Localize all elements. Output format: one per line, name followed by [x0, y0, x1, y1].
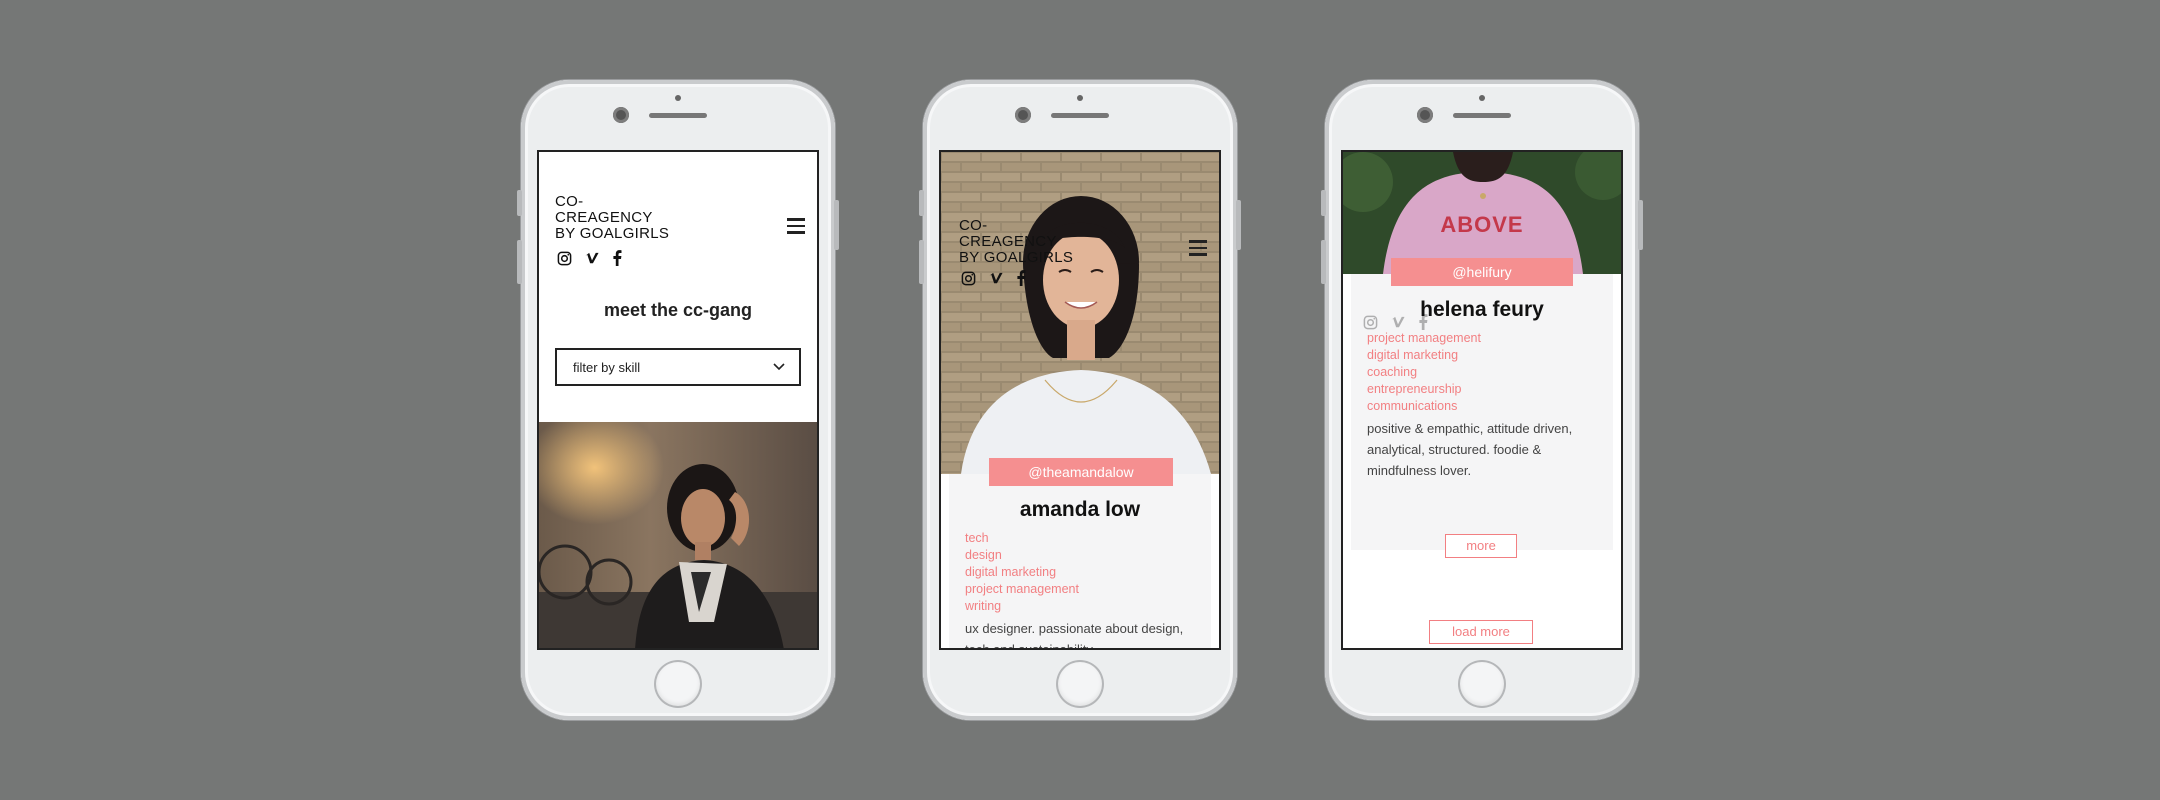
- front-camera: [613, 107, 629, 123]
- vimeo-icon[interactable]: [584, 251, 600, 266]
- skill-tag[interactable]: coaching: [1367, 364, 1481, 381]
- hamburger-menu-icon[interactable]: [1189, 240, 1207, 260]
- skill-list: tech design digital marketing project ma…: [965, 530, 1079, 615]
- more-button[interactable]: more: [1445, 534, 1517, 558]
- phone-mockup-1: CO- CREAGENCY BY GOALGIRLS meet the cc-g…: [517, 80, 839, 720]
- screen-3: ABOVE CO- CREAGENCY BY GOALGIRLS @helifu…: [1341, 150, 1623, 650]
- home-button: [656, 662, 700, 706]
- chevron-down-icon: [773, 363, 785, 371]
- mute-switch: [919, 190, 924, 216]
- front-camera: [1015, 107, 1031, 123]
- shirt-print-text: ABOVE: [1440, 212, 1524, 237]
- mute-switch: [517, 190, 522, 216]
- phone-mockup-3: ABOVE CO- CREAGENCY BY GOALGIRLS @helifu…: [1321, 80, 1643, 720]
- brand-line-3: BY GOALGIRLS: [555, 225, 670, 242]
- home-button: [1460, 662, 1504, 706]
- social-links: [961, 270, 1026, 286]
- brand-line-2: CREAGENCY: [555, 209, 653, 226]
- member-photo-1[interactable]: [539, 422, 817, 648]
- instagram-icon[interactable]: [961, 271, 976, 286]
- volume-up-button: [1321, 240, 1326, 284]
- earpiece-speaker: [1051, 113, 1109, 118]
- skill-tag[interactable]: entrepreneurship: [1367, 381, 1481, 398]
- volume-up-button: [517, 240, 522, 284]
- brand-line-1: CO-: [959, 217, 988, 234]
- screen-1: CO- CREAGENCY BY GOALGIRLS meet the cc-g…: [537, 150, 819, 650]
- skill-filter-select[interactable]: filter by skill: [555, 348, 801, 386]
- sensor: [1077, 95, 1083, 101]
- filter-label: filter by skill: [573, 359, 641, 375]
- skill-tag[interactable]: digital marketing: [965, 564, 1079, 581]
- hamburger-menu-icon[interactable]: [787, 218, 805, 238]
- phone-mockup-2: CO- CREAGENCY BY GOALGIRLS @theamandalow…: [919, 80, 1241, 720]
- vimeo-icon[interactable]: [988, 271, 1004, 286]
- skill-tag[interactable]: digital marketing: [1367, 347, 1481, 364]
- brand-logo[interactable]: CO- CREAGENCY BY GOALGIRLS: [555, 194, 669, 242]
- sensor: [1479, 95, 1485, 101]
- earpiece-speaker: [1453, 113, 1511, 118]
- front-camera: [1417, 107, 1433, 123]
- skill-tag[interactable]: tech: [965, 530, 1079, 547]
- skill-list: project management digital marketing coa…: [1367, 330, 1481, 415]
- mute-switch: [1321, 190, 1326, 216]
- member-photo-amanda[interactable]: [941, 152, 1219, 474]
- page-title: meet the cc-gang: [603, 300, 753, 320]
- facebook-icon[interactable]: [1016, 270, 1026, 286]
- load-more-button[interactable]: load more: [1429, 620, 1533, 644]
- sensor: [675, 95, 681, 101]
- member-handle[interactable]: @theamandalow: [989, 458, 1173, 486]
- brand-line-2: CREAGENCY: [959, 233, 1057, 250]
- volume-up-button: [919, 240, 924, 284]
- power-button: [834, 200, 839, 250]
- member-name: amanda low: [1019, 498, 1141, 521]
- social-links: [557, 250, 622, 266]
- power-button: [1638, 200, 1643, 250]
- brand-logo[interactable]: CO- CREAGENCY BY GOALGIRLS: [959, 218, 1073, 266]
- brand-line-1: CO-: [555, 193, 584, 210]
- instagram-icon[interactable]: [557, 251, 572, 266]
- member-bio: positive & empathic, attitude driven, an…: [1367, 421, 1573, 478]
- screen-2: CO- CREAGENCY BY GOALGIRLS @theamandalow…: [939, 150, 1221, 650]
- member-bio: ux designer. passionate about design, te…: [965, 621, 1184, 650]
- member-photo-1-image: [539, 422, 817, 648]
- facebook-icon[interactable]: [612, 250, 622, 266]
- power-button: [1236, 200, 1241, 250]
- member-handle[interactable]: @helifury: [1391, 258, 1573, 286]
- skill-tag[interactable]: project management: [1367, 330, 1481, 347]
- member-photo-helena[interactable]: ABOVE: [1343, 152, 1621, 274]
- brand-line-3: BY GOALGIRLS: [959, 249, 1074, 266]
- skill-tag[interactable]: communications: [1367, 398, 1481, 415]
- skill-tag[interactable]: project management: [965, 581, 1079, 598]
- member-name: helena feury: [1420, 298, 1544, 321]
- earpiece-speaker: [649, 113, 707, 118]
- skill-tag[interactable]: design: [965, 547, 1079, 564]
- member-photo-amanda-image: [941, 152, 1219, 474]
- skill-tag[interactable]: writing: [965, 598, 1079, 615]
- home-button: [1058, 662, 1102, 706]
